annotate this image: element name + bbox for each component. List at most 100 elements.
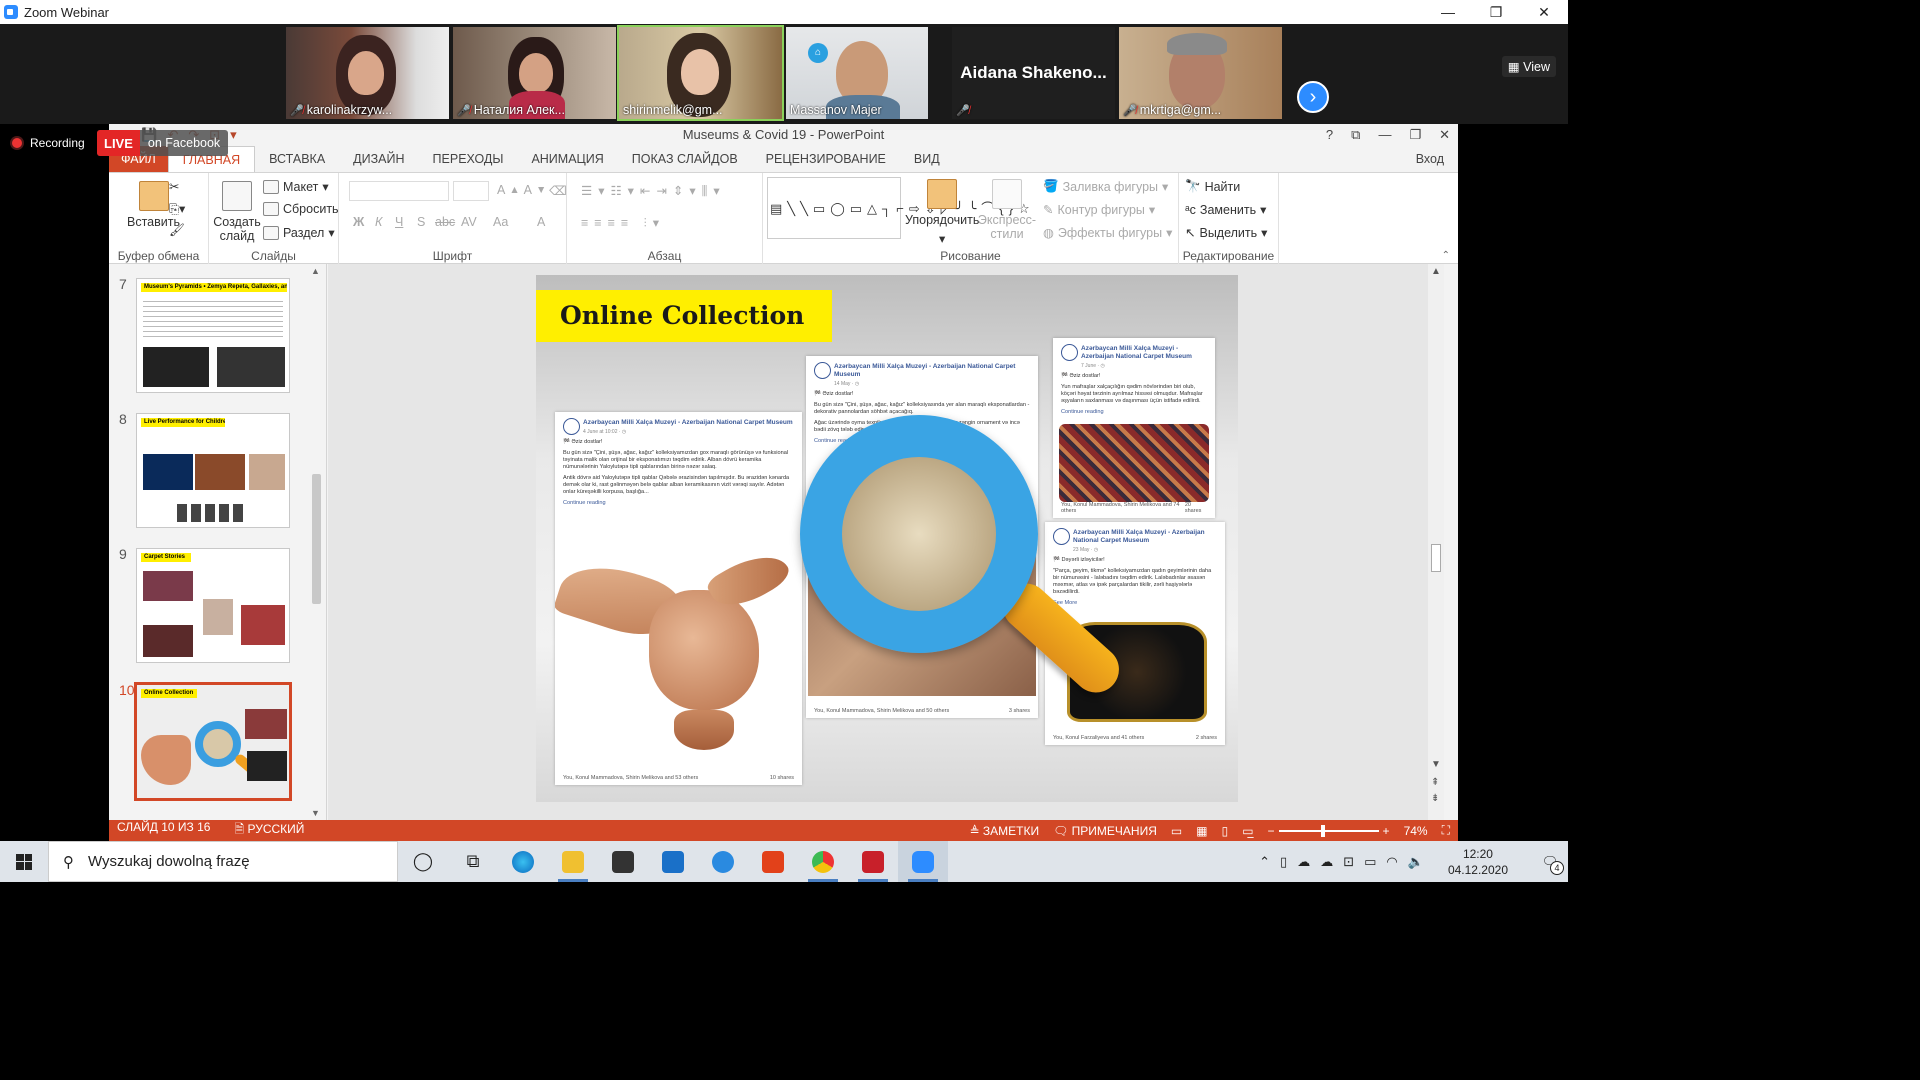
clear-format-icon[interactable]: ⌫ [549, 183, 567, 198]
notification-center-button[interactable]: 🗨 4 [1532, 841, 1568, 882]
live-facebook-badge[interactable]: LIVE on Facebook [97, 130, 229, 156]
minimize-button[interactable]: — [1424, 0, 1472, 24]
editor-scrollbar[interactable]: ▲ ▼ ⇞ ⇟ [1428, 264, 1444, 820]
messenger-icon[interactable] [698, 841, 748, 882]
change-case-button[interactable]: Aa [493, 215, 508, 229]
language-indicator[interactable]: 🗎 РУССКИЙ [234, 820, 304, 841]
participant-tile[interactable]: 🎤̸ karolinakrzyw... [286, 27, 449, 119]
chrome-icon[interactable] [798, 841, 848, 882]
fit-slide-icon[interactable]: ⛶ [1442, 823, 1450, 838]
device-icon[interactable]: ▯ [1280, 854, 1287, 870]
shape-outline-button[interactable]: ✎ Контур фигуры ▾ [1043, 202, 1155, 218]
participant-tile[interactable]: 🎤̸ Наталия Алек... [453, 27, 616, 119]
ppt-close-button[interactable]: ✕ [1439, 124, 1450, 146]
shape-fill-button[interactable]: 🪣 Заливка фигуры ▾ [1043, 179, 1168, 194]
antivirus-icon[interactable] [848, 841, 898, 882]
slide-canvas[interactable]: Online Collection Azərbaycan Milli Xalça… [536, 275, 1238, 802]
help-button[interactable]: ? [1326, 124, 1333, 146]
task-view-icon[interactable]: ⧉ [448, 841, 498, 882]
normal-view-icon[interactable]: ▭ [1171, 824, 1182, 838]
participant-tile[interactable]: ⌂ Massanov Majer [786, 27, 928, 119]
tab-insert[interactable]: ВСТАВКА [255, 146, 339, 172]
ppt-minimize-button[interactable]: — [1378, 124, 1391, 146]
shapes-gallery[interactable]: ▤╲╲▭◯▭△┐⌐⇨⇩◸╯╰⌒{}☆ [767, 177, 1030, 239]
participant-tile[interactable]: Aidana Shakeno... 🎤̸ [952, 27, 1115, 119]
tab-view[interactable]: ВИД [900, 146, 954, 172]
bold-button[interactable]: Ж [353, 215, 364, 229]
mail-icon[interactable] [648, 841, 698, 882]
thumbnails-scrollbar[interactable]: ▲ ▼ [309, 264, 323, 820]
facebook-post-card[interactable]: Azərbaycan Milli Xalça Muzeyi - Azerbaij… [1053, 338, 1215, 518]
quick-styles-button[interactable]: Экспресс-стили [977, 179, 1037, 241]
wifi-icon[interactable]: ◠ [1386, 854, 1397, 870]
tab-animations[interactable]: АНИМАЦИЯ [517, 146, 617, 172]
shadow-button[interactable]: S [417, 215, 425, 229]
slide-thumbnail-9[interactable]: Carpet Stories [136, 548, 290, 663]
show-hidden-icons[interactable]: ⌃ [1259, 854, 1270, 870]
format-painter-button[interactable]: 🖌 [169, 223, 185, 238]
file-explorer-icon[interactable] [548, 841, 598, 882]
view-button[interactable]: ▦ View [1501, 56, 1556, 77]
close-button[interactable]: ✕ [1520, 0, 1568, 24]
cortana-icon[interactable]: ◯ [398, 841, 448, 882]
next-participants-button[interactable]: › [1297, 81, 1329, 113]
tab-slideshow[interactable]: ПОКАЗ СЛАЙДОВ [618, 146, 752, 172]
spacing-button[interactable]: AV [461, 215, 477, 229]
battery-icon[interactable]: ▭ [1364, 854, 1376, 870]
slide-thumbnail-8[interactable]: Live Performance for Children [136, 413, 290, 528]
italic-button[interactable]: К [375, 215, 382, 229]
font-name-select[interactable] [349, 181, 449, 201]
slide-sorter-icon[interactable]: ▦ [1196, 824, 1207, 838]
zoom-level[interactable]: 74% [1404, 824, 1428, 838]
clock[interactable]: 12:20 04.12.2020 [1448, 846, 1508, 878]
volume-icon[interactable]: 🔈 [1408, 854, 1424, 870]
copy-button[interactable]: ⎘▾ [169, 201, 185, 217]
edge-browser-icon[interactable] [498, 841, 548, 882]
onedrive-icon[interactable]: ☁ [1297, 854, 1310, 870]
select-button[interactable]: ↖ Выделить ▾ [1185, 225, 1267, 241]
underline-button[interactable]: Ч [395, 215, 403, 229]
zoom-slider[interactable]: − + [1268, 824, 1390, 838]
slide-title[interactable]: Online Collection [536, 290, 832, 342]
taskbar-search[interactable]: ⚲ Wyszukaj dowolną frazę [48, 841, 398, 882]
slideshow-icon[interactable]: ▭̲ [1242, 824, 1253, 838]
cut-button[interactable]: ✂ [169, 179, 179, 194]
slide-thumbnail-10-selected[interactable]: Online Collection [134, 682, 292, 801]
network-adapter-icon[interactable]: ⊡ [1343, 854, 1354, 870]
notes-button[interactable]: ≜ ЗАМЕТКИ [970, 824, 1040, 838]
comments-button[interactable]: 🗨 ПРИМЕЧАНИЯ [1053, 824, 1157, 838]
recording-indicator[interactable]: Recording [12, 136, 85, 150]
sign-in-link[interactable]: Вход [1402, 146, 1458, 172]
tab-review[interactable]: РЕЦЕНЗИРОВАНИЕ [752, 146, 900, 172]
find-button[interactable]: 🔭 Найти [1185, 179, 1240, 194]
ribbon-display-button[interactable]: ⧉ [1351, 124, 1360, 146]
font-size-select[interactable] [453, 181, 489, 201]
store-icon[interactable] [598, 841, 648, 882]
zoom-app-icon[interactable] [898, 841, 948, 882]
cloud-icon[interactable]: ☁ [1320, 854, 1333, 870]
tab-design[interactable]: ДИЗАЙН [339, 146, 418, 172]
list-buttons[interactable]: ☰▾☷▾⇤⇥⇕▾⫼▾ [581, 183, 726, 199]
maximize-button[interactable]: ❐ [1472, 0, 1520, 24]
strikethrough-button[interactable]: abc [435, 215, 455, 229]
reset-button[interactable]: Сбросить [263, 202, 339, 216]
shape-effects-button[interactable]: ◍ Эффекты фигуры ▾ [1043, 225, 1172, 241]
facebook-post-card[interactable]: Azərbaycan Milli Xalça Muzeyi - Azerbaij… [555, 412, 802, 785]
start-button[interactable] [0, 841, 48, 882]
collapse-ribbon-icon[interactable]: ⌃ [1442, 250, 1450, 261]
replace-button[interactable]: ᵃc Заменить ▾ [1185, 202, 1266, 218]
participant-tile[interactable]: 🎤̸ mkrtiga@gm... [1119, 27, 1282, 119]
arrange-button[interactable]: Упорядочить ▾ [905, 179, 979, 246]
participant-tile-active[interactable]: shirinmelik@gm... [617, 25, 784, 121]
slide-thumbnail-7[interactable]: Museum's Pyramids • Zemya Repeta, Gallax… [136, 278, 290, 393]
font-color-button[interactable]: A [537, 215, 545, 229]
align-buttons[interactable]: ≡≡≡≡ ⫶▾ [581, 215, 665, 231]
tab-transitions[interactable]: ПЕРЕХОДЫ [419, 146, 518, 172]
layout-button[interactable]: Макет ▾ [263, 179, 329, 194]
section-button[interactable]: Раздел ▾ [263, 225, 335, 240]
reading-view-icon[interactable]: ▯ [1222, 824, 1229, 838]
grow-font-button[interactable]: A ▲ A ▼ [497, 183, 546, 197]
office-icon[interactable] [748, 841, 798, 882]
new-slide-button[interactable]: Создать слайд [213, 181, 261, 243]
ppt-restore-button[interactable]: ❐ [1409, 124, 1421, 146]
